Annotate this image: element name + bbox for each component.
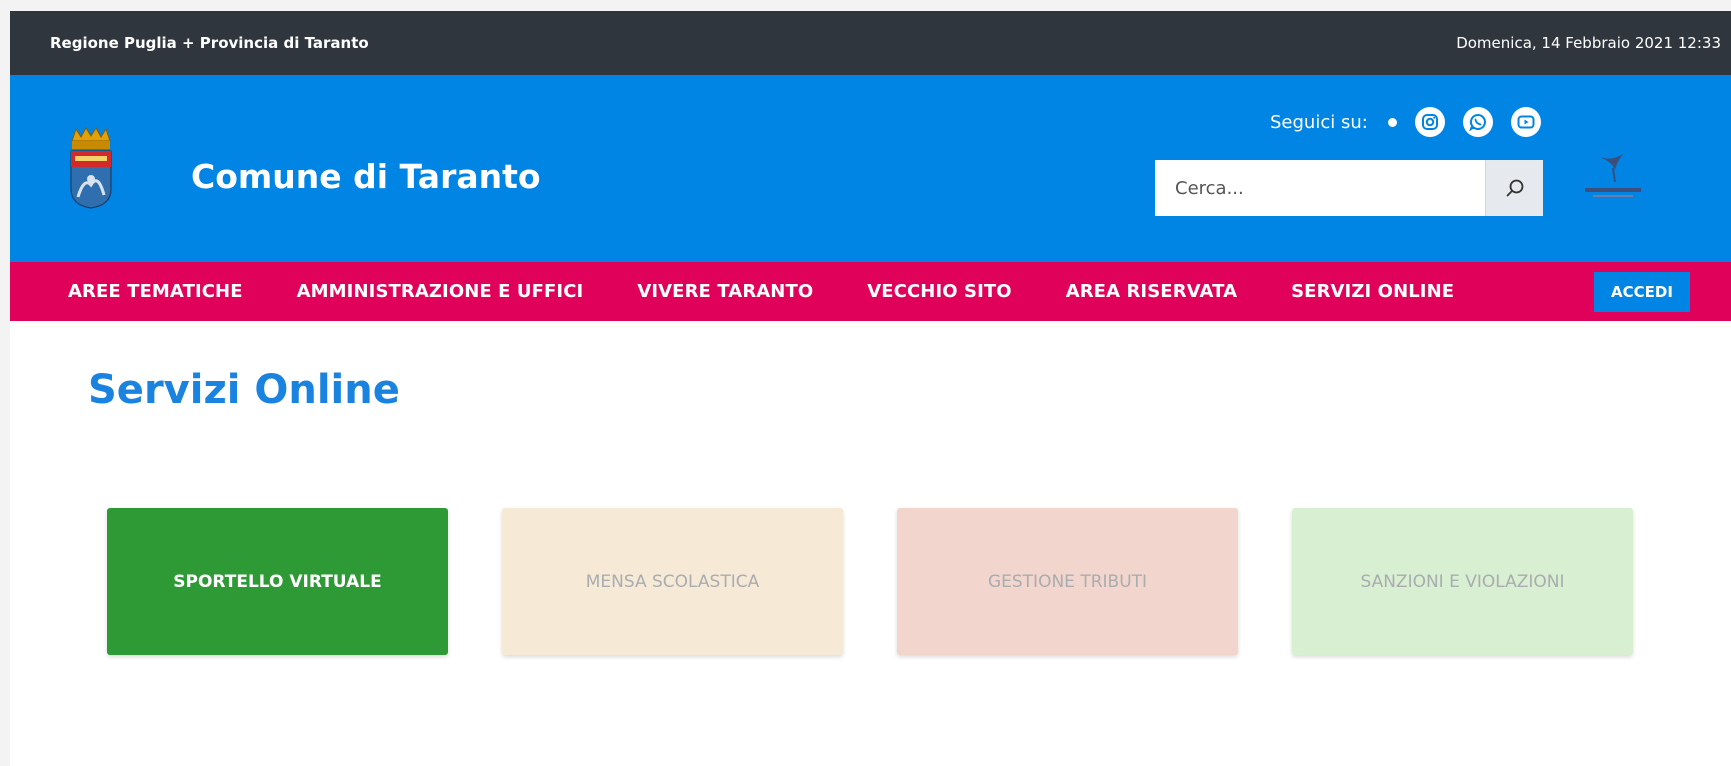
search-input[interactable] — [1155, 160, 1485, 216]
page-frame: Regione Puglia + Provincia di Taranto Do… — [10, 11, 1731, 766]
search-button[interactable] — [1485, 160, 1543, 216]
youtube-icon[interactable] — [1510, 107, 1541, 137]
service-card-gestione-tributi[interactable]: GESTIONE TRIBUTI — [897, 508, 1238, 655]
page-title: Servizi Online — [88, 367, 400, 413]
current-date: Domenica, 14 Febbraio 2021 12:33 — [1456, 34, 1721, 52]
service-card-sportello-virtuale[interactable]: SPORTELLO VIRTUALE — [107, 508, 448, 655]
whatsapp-icon[interactable] — [1462, 107, 1493, 137]
nav-item-amministrazione[interactable]: AMMINISTRAZIONE E UFFICI — [297, 281, 584, 302]
nav-item-aree-tematiche[interactable]: AREE TEMATICHE — [68, 281, 243, 302]
nav-item-vivere-taranto[interactable]: VIVERE TARANTO — [637, 281, 813, 302]
nav-item-servizi-online[interactable]: SERVIZI ONLINE — [1291, 281, 1454, 302]
search-box — [1155, 160, 1543, 216]
region-link[interactable]: Regione Puglia + Provincia di Taranto — [50, 34, 369, 52]
social-links: Seguici su: — [1270, 107, 1559, 137]
nav-item-area-riservata[interactable]: AREA RISERVATA — [1066, 281, 1237, 302]
login-button[interactable]: ACCEDI — [1594, 272, 1690, 312]
taranto-brand-logo-icon[interactable] — [1575, 148, 1651, 208]
search-icon — [1506, 179, 1523, 197]
service-card-sanzioni-violazioni[interactable]: SANZIONI E VIOLAZIONI — [1292, 508, 1633, 655]
top-bar: Regione Puglia + Provincia di Taranto Do… — [10, 11, 1731, 75]
social-label: Seguici su: — [1270, 111, 1368, 133]
site-title[interactable]: Comune di Taranto — [191, 157, 541, 196]
service-cards: SPORTELLO VIRTUALE MENSA SCOLASTICA GEST… — [107, 508, 1687, 655]
site-header: Comune di Taranto Seguici su: — [10, 75, 1731, 262]
main-navigation: AREE TEMATICHE AMMINISTRAZIONE E UFFICI … — [10, 262, 1731, 321]
city-crest-icon[interactable] — [68, 127, 114, 209]
instagram-icon[interactable] — [1414, 107, 1445, 137]
nav-item-vecchio-sito[interactable]: VECCHIO SITO — [867, 281, 1011, 302]
bullet-dot — [1387, 117, 1397, 127]
service-card-mensa-scolastica[interactable]: MENSA SCOLASTICA — [502, 508, 843, 655]
